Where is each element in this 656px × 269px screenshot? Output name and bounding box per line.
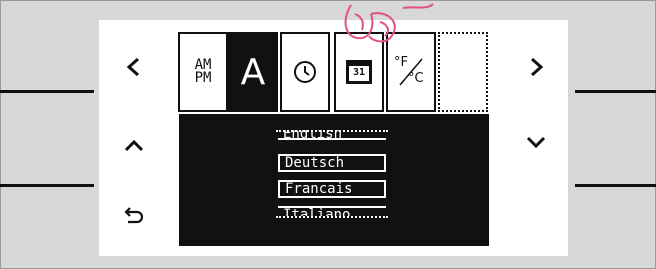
- language-item-deutsch[interactable]: Deutsch: [278, 154, 386, 172]
- up-button[interactable]: [118, 130, 150, 162]
- clock-icon: [294, 61, 316, 83]
- back-arrow-icon: [124, 207, 144, 224]
- language-label: Italiano: [283, 207, 351, 216]
- next-button[interactable]: [520, 51, 552, 83]
- back-button[interactable]: [118, 198, 150, 230]
- right-lower-line: [575, 184, 656, 187]
- left-upper-line: [0, 90, 94, 93]
- right-upper-line: [575, 90, 656, 93]
- celsius-label: °C: [408, 71, 424, 86]
- down-button[interactable]: [520, 126, 552, 158]
- temperature-unit-icon: °F °C: [394, 55, 428, 89]
- chevron-down-icon: [526, 136, 546, 149]
- language-label: Deutsch: [285, 155, 345, 171]
- chevron-up-icon: [124, 139, 144, 152]
- language-item-italiano[interactable]: Italiano: [278, 206, 386, 216]
- language-label: Francais: [285, 181, 353, 197]
- language-item-english[interactable]: English: [278, 130, 386, 140]
- pink-pen-sketch: [344, 3, 434, 43]
- language-list: English Deutsch Francais Italiano: [179, 114, 489, 246]
- prev-button[interactable]: [118, 51, 150, 83]
- chevron-right-icon: [531, 57, 544, 77]
- left-lower-line: [0, 184, 94, 187]
- language-item-francais[interactable]: Francais: [278, 180, 386, 198]
- calendar-day: 31: [349, 66, 369, 81]
- tab-ampm[interactable]: AM PM: [178, 32, 228, 112]
- language-letter-icon: A: [240, 51, 266, 93]
- calendar-icon: 31: [346, 60, 372, 84]
- language-label: English: [283, 130, 343, 140]
- chevron-left-icon: [126, 57, 139, 77]
- tab-language[interactable]: A: [228, 32, 278, 112]
- ampm-label: AM PM: [194, 57, 212, 86]
- list-bottom-dots: [276, 216, 388, 218]
